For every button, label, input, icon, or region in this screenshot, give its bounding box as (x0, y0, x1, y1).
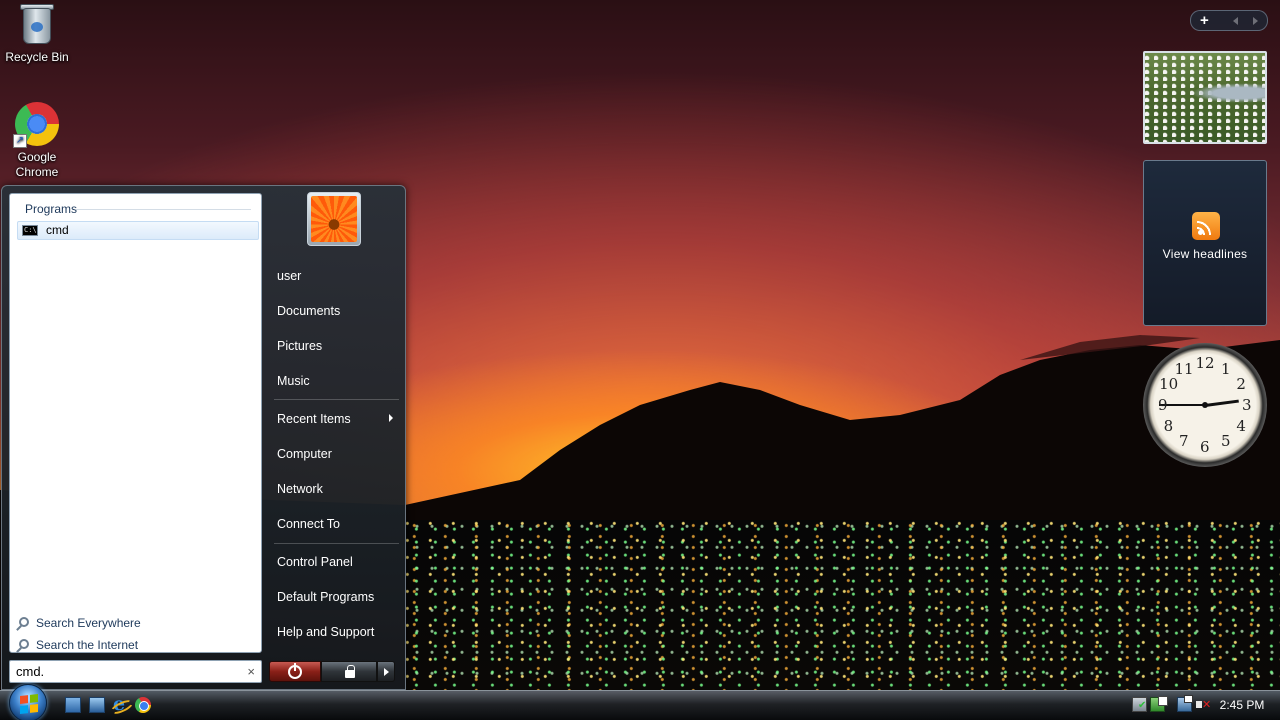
power-button[interactable] (269, 661, 321, 682)
clock-number: 4 (1236, 417, 1246, 435)
switch-windows-icon[interactable] (89, 697, 105, 713)
clock-center (1202, 402, 1208, 408)
chrome-icon[interactable] (135, 697, 151, 713)
menu-item-computer[interactable]: Computer (277, 447, 332, 461)
submenu-arrow-icon (389, 414, 393, 422)
menu-item-music[interactable]: Music (277, 374, 310, 388)
slideshow-gadget[interactable] (1143, 51, 1267, 144)
lock-button[interactable] (321, 661, 377, 682)
windows-logo-icon (20, 694, 38, 714)
rss-icon (1192, 212, 1220, 240)
windows-defender-icon[interactable] (1132, 697, 1147, 712)
shortcut-arrow-icon: ↗ (13, 134, 27, 148)
clock-number: 5 (1221, 432, 1231, 451)
menu-item-pictures[interactable]: Pictures (277, 339, 322, 353)
show-desktop-icon[interactable] (65, 697, 81, 713)
chrome-icon: ↗ (13, 102, 59, 148)
recycle-bin-icon (15, 2, 59, 46)
clock-number: 8 (1163, 417, 1174, 435)
clock-number: 2 (1236, 375, 1246, 393)
flower-avatar-icon (311, 196, 357, 242)
clock-number: 1 (1221, 359, 1231, 378)
clock-number: 9 (1158, 396, 1168, 414)
menu-separator (274, 543, 399, 544)
start-menu: Programs C:\ cmd Search Everywhere Searc… (1, 185, 406, 690)
search-link-label: Search Everywhere (36, 616, 141, 630)
menu-item-documents[interactable]: Documents (277, 304, 340, 318)
menu-item-network[interactable]: Network (277, 482, 323, 496)
start-search-input[interactable]: cmd. × (9, 660, 262, 683)
clock-hour-hand (1204, 399, 1239, 407)
desktop-icon-label: Recycle Bin (5, 50, 69, 64)
add-gadget-button[interactable]: + (1200, 12, 1209, 29)
taskbar-clock[interactable]: 2:45 PM (1215, 698, 1269, 712)
clock-gadget[interactable]: 12 1 2 3 4 5 6 7 8 9 10 11 (1143, 343, 1267, 467)
power-icon (288, 663, 302, 679)
menu-separator (274, 399, 399, 400)
network-icon[interactable] (1177, 695, 1193, 712)
search-icon (19, 639, 29, 649)
clock-number: 12 (1195, 354, 1215, 372)
menu-item-recent-items[interactable]: Recent Items (277, 412, 351, 426)
menu-item-help-and-support[interactable]: Help and Support (277, 625, 374, 639)
clear-search-icon[interactable]: × (247, 661, 255, 682)
next-page-icon[interactable] (1253, 17, 1258, 25)
search-everywhere-link[interactable]: Search Everywhere (19, 616, 141, 630)
clock-number: 11 (1174, 359, 1194, 378)
start-button[interactable] (9, 684, 47, 720)
taskbar (0, 690, 1280, 720)
cmd-icon: C:\ (22, 225, 38, 236)
menu-item-user[interactable]: user (277, 269, 301, 283)
update-icon[interactable] (1150, 696, 1168, 712)
power-controls (269, 661, 395, 682)
programs-header: Programs (25, 202, 78, 216)
feed-headlines-gadget[interactable]: View headlines (1143, 160, 1267, 326)
clock-number: 3 (1242, 396, 1252, 414)
previous-page-icon[interactable] (1233, 17, 1238, 25)
result-item-label: cmd (46, 223, 69, 237)
desktop-icon-label: Google Chrome (15, 150, 59, 179)
search-icon (19, 617, 29, 627)
wallpaper-city-lights (405, 520, 1280, 690)
result-item-cmd[interactable]: C:\ cmd (17, 221, 259, 240)
internet-explorer-icon[interactable] (112, 693, 128, 715)
desktop-icon-google-chrome[interactable]: ↗ Google Chrome (0, 102, 74, 180)
desktop-icon-recycle-bin[interactable]: Recycle Bin (0, 2, 74, 65)
sidebar-controls: + (1190, 10, 1268, 31)
menu-item-control-panel[interactable]: Control Panel (277, 555, 353, 569)
clock-number: 10 (1159, 375, 1179, 393)
search-link-label: Search the Internet (36, 638, 139, 652)
clock-number: 7 (1179, 432, 1189, 451)
clock-number: 6 (1200, 438, 1210, 456)
view-headlines-label: View headlines (1162, 247, 1248, 261)
start-menu-results-pane: Programs C:\ cmd Search Everywhere Searc… (9, 193, 262, 653)
search-internet-link[interactable]: Search the Internet (19, 638, 138, 652)
programs-divider (76, 209, 251, 210)
menu-item-connect-to[interactable]: Connect To (277, 517, 340, 531)
volume-muted-icon[interactable] (1196, 697, 1211, 712)
start-search-value: cmd. (16, 664, 45, 679)
user-picture[interactable] (307, 192, 361, 246)
lock-icon (345, 665, 355, 678)
menu-item-default-programs[interactable]: Default Programs (277, 590, 374, 604)
shutdown-options-button[interactable] (377, 661, 395, 682)
